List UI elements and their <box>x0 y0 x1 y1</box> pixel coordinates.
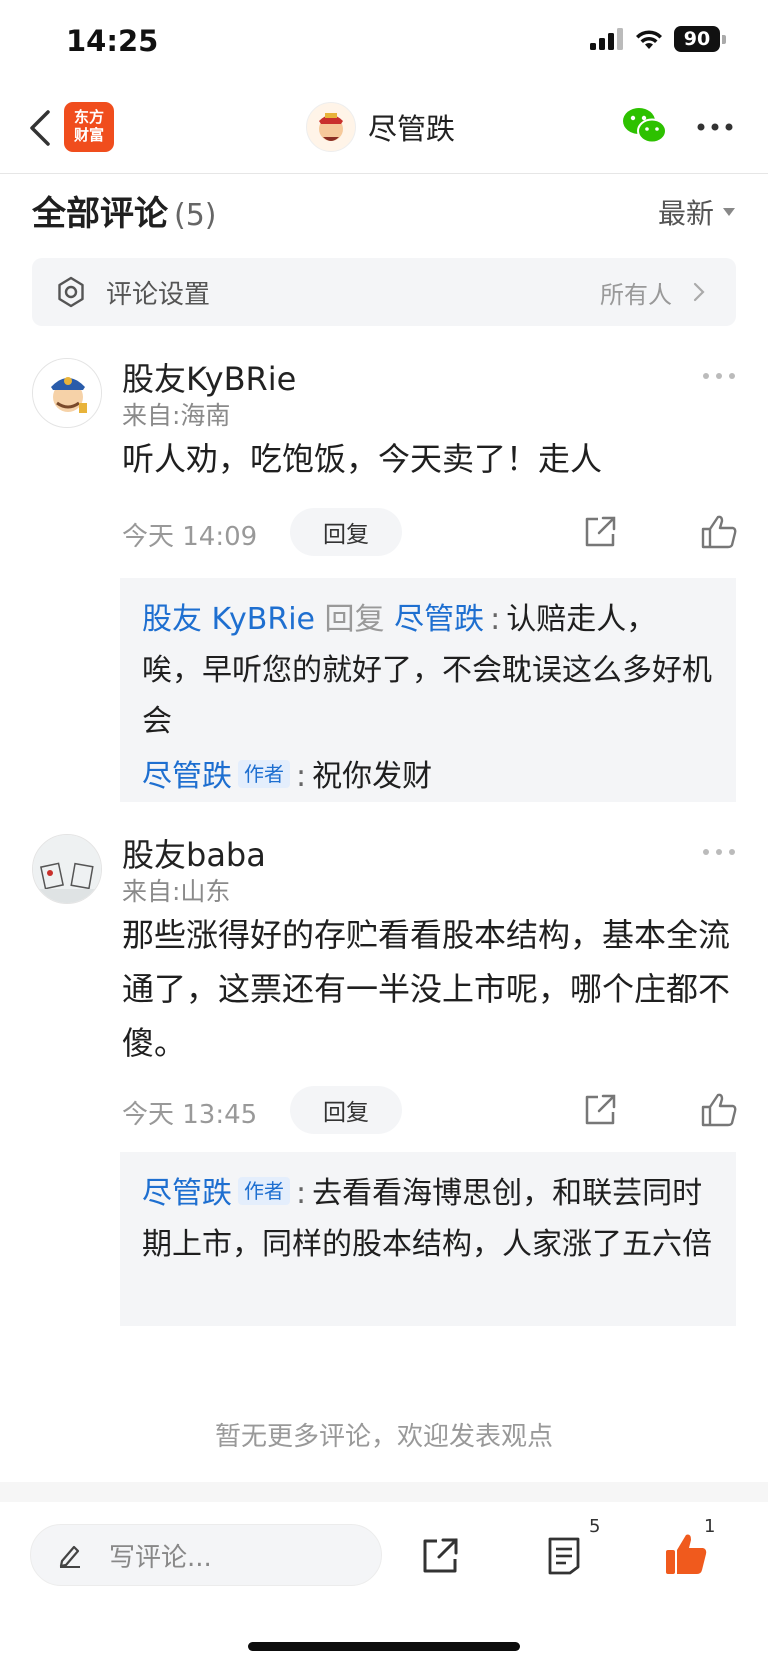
reply-author[interactable]: 尽管跌 <box>142 1176 232 1211</box>
comment-time: 今天 14:09 <box>122 522 258 552</box>
share-icon[interactable] <box>582 1092 618 1128</box>
reply-item[interactable]: 股友 KyBRie 回复 尽管跌: 认赔走人，唉，早听您的就好了，不会耽误这么多好… <box>142 594 714 747</box>
comments-title: 全部评论 <box>32 194 168 234</box>
reply-colon: : <box>490 602 501 637</box>
pencil-icon <box>59 1545 80 1568</box>
sort-dropdown[interactable]: 最新 <box>658 192 736 232</box>
reply-button[interactable]: 回复 <box>290 508 402 556</box>
app-logo-line2: 财富 <box>73 126 104 144</box>
reply-colon: : <box>296 759 307 794</box>
settings-label: 评论设置 <box>106 279 211 310</box>
status-time: 14:25 <box>66 24 159 58</box>
reply-thread: 股友 KyBRie 回复 尽管跌: 认赔走人，唉，早听您的就好了，不会耽误这么多好… <box>120 578 736 802</box>
thumbs-up-icon[interactable] <box>700 1092 738 1128</box>
user-avatar-icon <box>33 835 101 903</box>
reply-colon: : <box>296 1176 307 1211</box>
more-options-icon[interactable] <box>696 122 734 132</box>
like-count-badge: 1 <box>704 1516 716 1537</box>
share-icon[interactable] <box>582 514 618 550</box>
thumbs-up-filled-icon[interactable] <box>664 1532 708 1576</box>
comments-header: 全部评论 (5) 最新 <box>32 186 736 236</box>
comment-settings-row[interactable]: 评论设置 所有人 <box>32 258 736 326</box>
divider <box>0 1482 768 1502</box>
comment-input[interactable]: 写评论... <box>30 1524 382 1586</box>
comment-time: 今天 13:45 <box>122 1100 258 1130</box>
chevron-right-icon <box>693 282 705 302</box>
reply-author[interactable]: 股友 KyBRie <box>142 602 315 637</box>
user-avatar[interactable] <box>32 358 102 428</box>
page-title: 尽管跌 <box>368 112 456 146</box>
reply-target[interactable]: 尽管跌 <box>394 602 484 637</box>
reply-item[interactable]: 尽管跌 作者: 去看看海博思创，和联芸同时期上市，同样的股本结构，人家涨了五六倍 <box>142 1168 714 1270</box>
status-icons: 90 <box>590 26 726 52</box>
username[interactable]: 股友KyBRie <box>122 354 296 400</box>
comment-text: 那些涨得好的存贮看看股本结构，基本全流通了，这票还有一半没上市呢，哪个庄都不傻。 <box>122 916 731 1062</box>
no-more-comments-note: 暂无更多评论，欢迎发表观点 <box>214 1422 553 1452</box>
comments-count: (5) <box>174 198 217 233</box>
reply-thread: 尽管跌 作者: 去看看海博思创，和联芸同时期上市，同样的股本结构，人家涨了五六倍 <box>120 1152 736 1326</box>
user-avatar[interactable] <box>32 834 102 904</box>
status-bar: 14:25 90 <box>0 0 768 84</box>
battery-tip <box>722 34 726 44</box>
author-avatar <box>306 102 356 152</box>
username[interactable]: 股友baba <box>122 830 266 876</box>
author-avatar-icon <box>319 113 343 141</box>
author-badge: 作者 <box>238 760 290 788</box>
caret-down-icon <box>723 208 735 216</box>
comment-text: 听人劝，吃饱饭，今天卖了！走人 <box>122 440 603 478</box>
app-logo-line1: 东方 <box>73 108 104 126</box>
comment-count-badge: 5 <box>589 1516 601 1537</box>
thumbs-up-icon[interactable] <box>700 514 738 550</box>
reply-item[interactable]: 尽管跌 作者: 祝你发财 <box>142 751 714 802</box>
back-chevron-icon[interactable] <box>22 106 62 150</box>
more-options-icon[interactable] <box>702 372 736 380</box>
battery-level: 90 <box>674 26 720 52</box>
settings-value: 所有人 <box>600 280 672 309</box>
reply-author[interactable]: 尽管跌 <box>142 759 232 794</box>
battery-indicator: 90 <box>674 26 726 52</box>
nav-author[interactable]: 尽管跌 <box>306 102 455 152</box>
user-avatar-icon <box>33 359 101 427</box>
reply-verb: 回复 <box>324 602 385 637</box>
cellular-signal-icon <box>590 28 623 50</box>
bottom-action-bar: 写评论... 5 1 <box>0 1502 768 1663</box>
share-icon[interactable] <box>420 1536 460 1576</box>
comment-list-icon[interactable] <box>546 1536 582 1576</box>
author-badge: 作者 <box>238 1177 290 1205</box>
reply-button[interactable]: 回复 <box>290 1086 402 1134</box>
gear-icon <box>58 276 84 308</box>
more-options-icon[interactable] <box>702 848 736 856</box>
nav-bar: 东方 财富 尽管跌 <box>0 84 768 174</box>
wifi-icon <box>636 30 662 49</box>
home-indicator[interactable] <box>248 1642 520 1651</box>
user-location: 来自:海南 <box>122 401 231 430</box>
comment-input-placeholder: 写评论... <box>109 1542 212 1573</box>
user-location: 来自:山东 <box>122 877 231 906</box>
wechat-icon[interactable] <box>622 106 668 146</box>
app-logo[interactable]: 东方 财富 <box>64 102 114 152</box>
sort-label: 最新 <box>657 197 714 230</box>
reply-text: 祝你发财 <box>312 759 433 794</box>
